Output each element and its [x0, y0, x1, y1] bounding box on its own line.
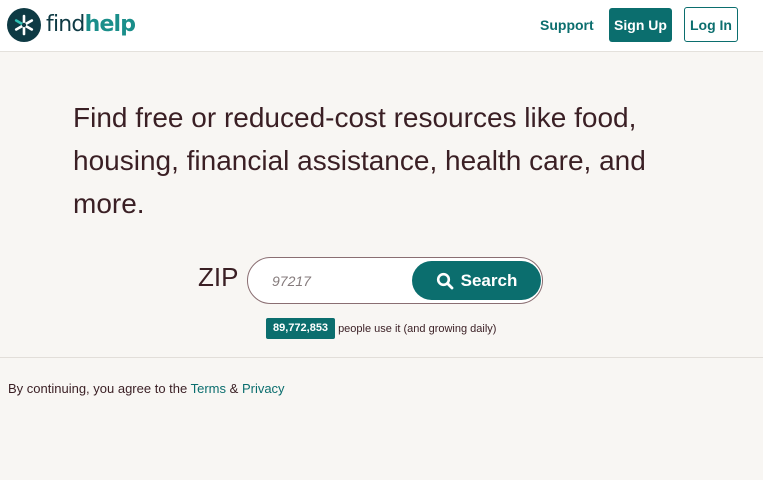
findhelp-logo-icon: [7, 8, 41, 42]
support-link[interactable]: Support: [540, 17, 594, 33]
section-divider: [0, 357, 763, 358]
user-count-badge: 89,772,853: [266, 318, 336, 339]
logo-help: help: [84, 12, 136, 37]
findhelp-logo[interactable]: findhelp: [7, 7, 136, 43]
search-button-label: Search: [460, 270, 518, 290]
user-count-text: people use it (and growing daily): [338, 322, 497, 335]
log-in-button[interactable]: Log In: [684, 7, 738, 42]
site-header: findhelp Support Sign Up Log In: [0, 0, 763, 52]
terms-notice: By continuing, you agree to the Terms & …: [8, 381, 285, 396]
logo-wordmark: findhelp: [46, 12, 136, 37]
zip-search-box: Search: [247, 257, 543, 304]
terms-ampersand: &: [229, 381, 239, 396]
zip-input[interactable]: [272, 268, 402, 294]
terms-notice-prefix: By continuing, you agree to the: [8, 381, 188, 396]
search-button[interactable]: Search: [412, 261, 541, 300]
privacy-link[interactable]: Privacy: [242, 381, 285, 396]
hero-headline: Find free or reduced-cost resources like…: [73, 102, 646, 219]
terms-link[interactable]: Terms: [191, 381, 226, 396]
sign-up-button[interactable]: Sign Up: [609, 8, 672, 42]
zip-label: ZIP: [198, 262, 239, 292]
user-count-row: 89,772,853 people use it (and growing da…: [266, 318, 496, 339]
search-icon: [436, 272, 454, 289]
logo-find: find: [46, 12, 85, 37]
